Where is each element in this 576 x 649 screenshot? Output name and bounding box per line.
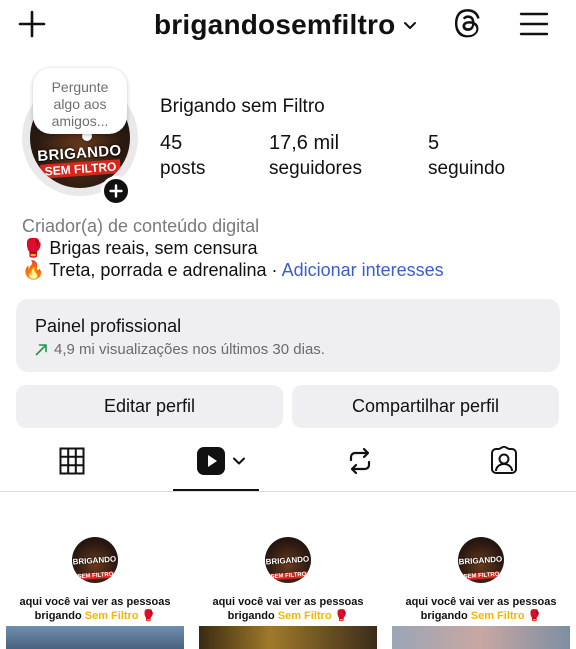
username: brigandosemfiltro (154, 9, 396, 40)
reel-video-frame (199, 626, 377, 649)
reel-caption: aqui você vai ver as pessoas brigando Se… (212, 596, 364, 622)
note-line: Pergunte (51, 79, 109, 95)
bio-text: 🔥 Treta, porrada e adrenalina · (22, 260, 282, 280)
reel-video-frame (392, 626, 570, 649)
reel-video-frame (6, 626, 184, 649)
tagged-person-icon (491, 446, 517, 474)
reel-logo: BRIGANDO SEM FILTRO (458, 537, 504, 583)
edit-profile-button[interactable]: Editar perfil (16, 385, 283, 428)
bio-line: 🥊 Brigas reais, sem censura (22, 238, 258, 258)
stat-value: 17,6 mil (269, 132, 340, 154)
tab-reposts[interactable] (328, 444, 392, 478)
bio-line: 🔥 Treta, porrada e adrenalina · Adiciona… (22, 260, 444, 281)
stat-label: posts (160, 158, 206, 179)
stat-label: seguidores (269, 158, 362, 179)
repost-icon (349, 447, 371, 475)
note-line: algo aos (53, 96, 107, 112)
note-bubble[interactable]: Pergunte algo aos amigos... (33, 68, 127, 134)
reel-thumbnail[interactable]: BRIGANDO SEM FILTRO aqui você vai ver as … (193, 492, 383, 649)
active-tab-indicator (173, 489, 259, 491)
tab-grid[interactable] (40, 444, 104, 478)
panel-subtitle: 4,9 mi visualizações nos últimos 30 dias… (35, 341, 325, 358)
add-interests-link[interactable]: Adicionar interesses (282, 260, 444, 280)
account-switcher[interactable]: brigandosemfiltro (154, 6, 417, 44)
chevron-down-icon (233, 457, 245, 465)
add-story-button[interactable] (101, 176, 131, 206)
note-line: amigos... (51, 113, 109, 129)
plus-icon (109, 184, 123, 198)
stat-posts[interactable]: 45 posts (160, 132, 205, 180)
stat-followers[interactable]: 17,6 mil seguidores (269, 132, 362, 180)
stat-value: 45 (160, 132, 183, 154)
reel-thumbnail[interactable]: BRIGANDO SEM FILTRO aqui você vai ver as … (386, 492, 576, 649)
tab-reels[interactable] (185, 444, 257, 478)
reel-thumbnail[interactable]: BRIGANDO SEM FILTRO aqui você vai ver as … (0, 492, 190, 649)
menu-icon[interactable] (519, 11, 549, 37)
panel-subtitle-text: 4,9 mi visualizações nos últimos 30 dias… (54, 341, 325, 358)
display-name: Brigando sem Filtro (160, 96, 325, 117)
panel-title: Painel profissional (35, 316, 182, 336)
reel-logo: BRIGANDO SEM FILTRO (72, 537, 118, 583)
create-plus-icon[interactable] (18, 10, 46, 38)
avatar-logo: BRIGANDO SEM FILTRO (36, 142, 122, 179)
reel-caption: aqui você vai ver as pessoas brigando Se… (405, 596, 557, 622)
profile-category: Criador(a) de conteúdo digital (22, 216, 260, 236)
threads-icon[interactable] (453, 8, 485, 40)
reel-logo: BRIGANDO SEM FILTRO (265, 537, 311, 583)
reel-caption: aqui você vai ver as pessoas brigando Se… (19, 596, 171, 622)
grid-icon (59, 447, 85, 475)
tab-tagged[interactable] (472, 444, 536, 478)
stat-label: seguindo (428, 158, 506, 179)
chevron-down-icon (404, 22, 417, 29)
trending-up-icon (35, 344, 47, 356)
reels-icon (197, 447, 225, 475)
stat-value: 5 (428, 132, 440, 154)
share-profile-button[interactable]: Compartilhar perfil (292, 385, 559, 428)
stat-following[interactable]: 5 seguindo (428, 132, 505, 180)
